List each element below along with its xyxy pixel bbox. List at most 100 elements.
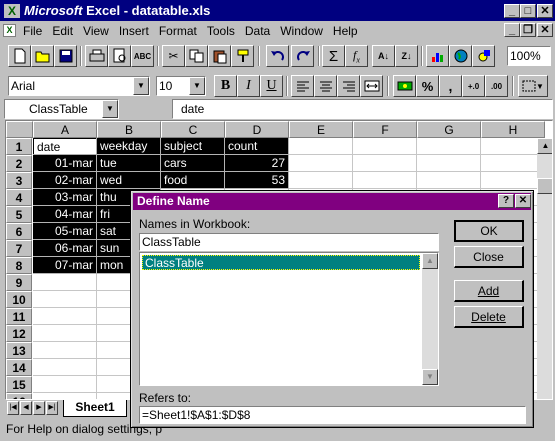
column-header[interactable]: E bbox=[289, 121, 353, 138]
font-select[interactable]: Arial ▼ bbox=[8, 76, 150, 96]
dialog-close-icon[interactable]: ✕ bbox=[515, 194, 531, 208]
row-header[interactable]: 8 bbox=[6, 257, 32, 274]
list-scroll-down-icon[interactable]: ▼ bbox=[422, 369, 438, 385]
cell-d2[interactable]: 27 bbox=[225, 155, 289, 172]
cell-b1[interactable]: weekday bbox=[97, 138, 161, 155]
row-header[interactable]: 6 bbox=[6, 223, 32, 240]
row-header[interactable]: 15 bbox=[6, 376, 32, 393]
name-input[interactable]: ClassTable bbox=[139, 233, 439, 251]
column-header[interactable]: B bbox=[97, 121, 161, 138]
paste-icon[interactable] bbox=[208, 45, 231, 67]
cell-a6[interactable]: 05-mar bbox=[33, 223, 97, 240]
underline-button[interactable]: U bbox=[260, 75, 283, 97]
doc-close-icon[interactable]: ✕ bbox=[537, 23, 553, 37]
doc-minimize-icon[interactable]: _ bbox=[504, 23, 520, 37]
add-button[interactable]: Add bbox=[454, 280, 524, 302]
cut-icon[interactable]: ✂ bbox=[162, 45, 185, 67]
comma-button[interactable]: , bbox=[439, 75, 462, 97]
menu-view[interactable]: View bbox=[78, 24, 114, 38]
align-center-icon[interactable] bbox=[314, 75, 337, 97]
open-icon[interactable] bbox=[31, 45, 54, 67]
menu-tools[interactable]: Tools bbox=[202, 24, 240, 38]
decrease-decimal-icon[interactable]: .00 bbox=[485, 75, 508, 97]
cell-a2[interactable]: 01-mar bbox=[33, 155, 97, 172]
redo-icon[interactable] bbox=[291, 45, 314, 67]
list-scroll-up-icon[interactable]: ▲ bbox=[422, 253, 438, 269]
cell-c2[interactable]: cars bbox=[161, 155, 225, 172]
borders-icon[interactable]: ▼ bbox=[518, 75, 548, 97]
menu-file[interactable]: File bbox=[18, 24, 47, 38]
vertical-scrollbar[interactable]: ▲ bbox=[537, 138, 552, 399]
sheet-tab-sheet1[interactable]: Sheet1 bbox=[63, 400, 127, 417]
prev-sheet-icon[interactable]: ◀ bbox=[20, 401, 32, 415]
ok-button[interactable]: OK bbox=[454, 220, 524, 242]
align-left-icon[interactable] bbox=[291, 75, 314, 97]
font-size-select[interactable]: 10 ▼ bbox=[156, 76, 206, 96]
print-preview-icon[interactable] bbox=[108, 45, 131, 67]
name-box[interactable]: ClassTable ▼ bbox=[4, 99, 119, 119]
delete-button[interactable]: Delete bbox=[454, 306, 524, 328]
scroll-up-icon[interactable]: ▲ bbox=[537, 138, 552, 154]
cell-b3[interactable]: wed bbox=[97, 172, 161, 189]
sort-descending-icon[interactable]: Z↓ bbox=[395, 45, 418, 67]
cell-d3[interactable]: 53 bbox=[225, 172, 289, 189]
list-scrollbar[interactable]: ▲ ▼ bbox=[422, 253, 438, 385]
menu-insert[interactable]: Insert bbox=[114, 24, 154, 38]
map-icon[interactable] bbox=[449, 45, 472, 67]
chart-wizard-icon[interactable] bbox=[426, 45, 449, 67]
increase-decimal-icon[interactable]: +.0 bbox=[462, 75, 485, 97]
list-item-classtable[interactable]: ClassTable bbox=[142, 255, 420, 270]
select-all-corner[interactable] bbox=[6, 121, 33, 138]
cell-a4[interactable]: 03-mar bbox=[33, 189, 97, 206]
row-header[interactable]: 2 bbox=[6, 155, 32, 172]
bold-button[interactable]: B bbox=[214, 75, 237, 97]
cell-b2[interactable]: tue bbox=[97, 155, 161, 172]
row-header[interactable]: 9 bbox=[6, 274, 32, 291]
formula-input[interactable]: date bbox=[172, 99, 553, 119]
menu-data[interactable]: Data bbox=[240, 24, 275, 38]
help-icon[interactable]: ? bbox=[498, 194, 514, 208]
cell-a7[interactable]: 06-mar bbox=[33, 240, 97, 257]
last-sheet-icon[interactable]: ▶| bbox=[46, 401, 58, 415]
cell-a1[interactable]: date bbox=[33, 138, 97, 155]
save-icon[interactable] bbox=[54, 45, 77, 67]
undo-icon[interactable] bbox=[266, 45, 289, 67]
row-header[interactable]: 14 bbox=[6, 359, 32, 376]
zoom-select[interactable]: 100% bbox=[507, 46, 551, 66]
row-header[interactable]: 7 bbox=[6, 240, 32, 257]
menu-format[interactable]: Format bbox=[154, 24, 202, 38]
row-header[interactable]: 5 bbox=[6, 206, 32, 223]
row-header[interactable]: 12 bbox=[6, 325, 32, 342]
row-header[interactable]: 3 bbox=[6, 172, 32, 189]
chevron-down-icon[interactable]: ▼ bbox=[102, 100, 118, 118]
column-header[interactable]: A bbox=[33, 121, 97, 138]
chevron-down-icon[interactable]: ▼ bbox=[133, 77, 149, 95]
percent-button[interactable]: % bbox=[416, 75, 439, 97]
next-sheet-icon[interactable]: ▶ bbox=[33, 401, 45, 415]
copy-icon[interactable] bbox=[185, 45, 208, 67]
cell-d1[interactable]: count bbox=[225, 138, 289, 155]
first-sheet-icon[interactable]: |◀ bbox=[7, 401, 19, 415]
new-icon[interactable] bbox=[8, 45, 31, 67]
close-icon[interactable]: ✕ bbox=[537, 4, 553, 18]
row-header[interactable]: 4 bbox=[6, 189, 32, 206]
sort-ascending-icon[interactable]: A↓ bbox=[372, 45, 395, 67]
refers-to-input[interactable]: =Sheet1!$A$1:$D$8 bbox=[139, 406, 526, 424]
doc-restore-icon[interactable]: ❐ bbox=[520, 23, 536, 37]
row-header[interactable]: 13 bbox=[6, 342, 32, 359]
merge-center-icon[interactable] bbox=[360, 75, 383, 97]
spelling-icon[interactable]: ABC bbox=[131, 45, 154, 67]
align-right-icon[interactable] bbox=[337, 75, 360, 97]
drawing-icon[interactable] bbox=[472, 45, 495, 67]
print-icon[interactable] bbox=[85, 45, 108, 67]
cell-c3[interactable]: food bbox=[161, 172, 225, 189]
minimize-icon[interactable]: _ bbox=[504, 4, 520, 18]
column-header[interactable]: D bbox=[225, 121, 289, 138]
maximize-icon[interactable]: □ bbox=[520, 4, 536, 18]
row-header[interactable]: 1 bbox=[6, 138, 32, 155]
function-wizard-icon[interactable]: fx bbox=[345, 45, 368, 67]
menu-help[interactable]: Help bbox=[328, 24, 363, 38]
column-header[interactable]: C bbox=[161, 121, 225, 138]
autosum-icon[interactable]: Σ bbox=[322, 45, 345, 67]
menu-edit[interactable]: Edit bbox=[47, 24, 78, 38]
